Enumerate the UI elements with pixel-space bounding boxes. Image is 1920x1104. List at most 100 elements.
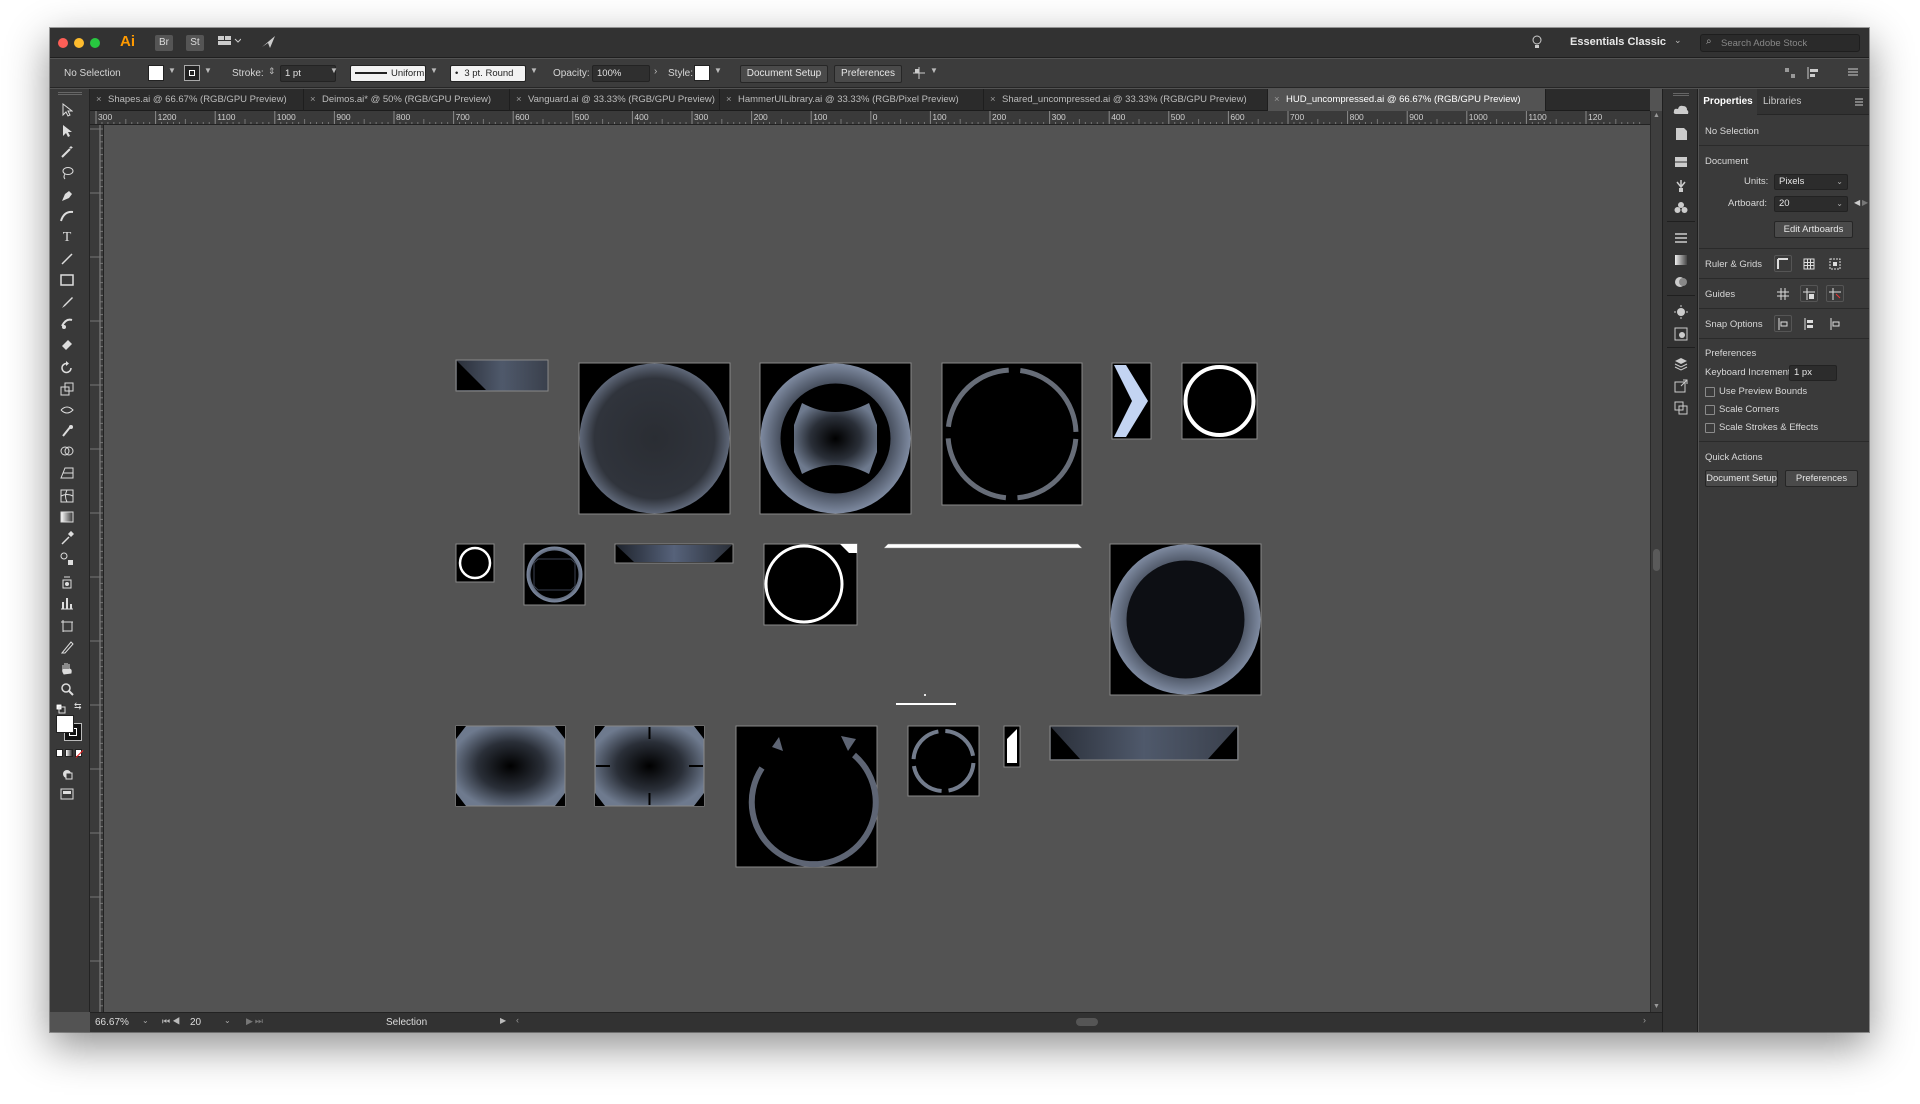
lock-guides-icon[interactable]	[1800, 285, 1818, 302]
mesh-tool-icon[interactable]	[56, 487, 78, 505]
quick-preferences-button[interactable]: Preferences	[1785, 470, 1858, 487]
line-segment-tool-icon[interactable]	[56, 250, 78, 268]
chevron-down-icon[interactable]: ⌄	[142, 1016, 149, 1025]
distribute-icon[interactable]	[1806, 66, 1820, 83]
scroll-down-icon[interactable]: ▼	[1653, 1003, 1660, 1010]
chevron-down-icon[interactable]: ⌄	[1674, 35, 1682, 46]
artwork-slanted-tab[interactable]	[1003, 725, 1021, 768]
gradient-tool-icon[interactable]	[56, 508, 78, 526]
scale-tool-icon[interactable]	[56, 380, 78, 398]
eraser-tool-icon[interactable]	[56, 335, 78, 353]
artwork-thin-line-bar[interactable]	[883, 543, 1083, 549]
appearance-icon[interactable]	[1673, 305, 1689, 319]
close-tab-icon[interactable]: ×	[726, 89, 732, 111]
artwork-trapezoid-bar[interactable]	[614, 543, 734, 564]
stroke-weight-input[interactable]: 1 pt	[280, 65, 336, 82]
chevron-down-icon[interactable]: ▼	[204, 66, 212, 75]
artwork-scope-small[interactable]	[523, 543, 586, 606]
grid-icon[interactable]	[1800, 255, 1818, 272]
artboard-next-buttons[interactable]: ▶⏭	[246, 1016, 265, 1027]
slice-tool-icon[interactable]	[56, 638, 78, 656]
previous-artboard-icon[interactable]: ◀	[1854, 198, 1860, 207]
swap-colors-icon[interactable]: ⇆	[74, 701, 82, 712]
layers-icon[interactable]	[1673, 357, 1689, 371]
zoom-window-button[interactable]	[90, 38, 100, 48]
variable-width-profile[interactable]: Uniform	[350, 65, 426, 82]
canvas[interactable]	[104, 125, 1650, 1012]
draw-mode-icon[interactable]	[56, 765, 78, 783]
arrange-documents-icon[interactable]	[216, 35, 242, 51]
magic-wand-tool-icon[interactable]	[56, 143, 78, 161]
chevron-down-icon[interactable]: ▼	[714, 66, 722, 75]
document-setup-button[interactable]: Document Setup	[740, 65, 828, 83]
fill-swatch[interactable]	[148, 65, 164, 81]
lasso-tool-icon[interactable]	[56, 164, 78, 182]
bridge-button[interactable]: Br	[155, 35, 173, 51]
close-tab-icon[interactable]: ×	[990, 89, 996, 111]
tab-hammeruilibrary[interactable]: × HammerUILibrary.ai @ 33.33% (RGB/Pixel …	[720, 89, 984, 111]
artboard-prev-buttons[interactable]: ⏮◀	[162, 1016, 182, 1027]
vertical-scroll-thumb[interactable]	[1653, 549, 1660, 571]
symbols-icon[interactable]	[1673, 201, 1689, 215]
close-tab-icon[interactable]: ×	[1274, 89, 1280, 111]
stroke-panel-icon[interactable]	[1673, 231, 1689, 245]
symbol-sprayer-tool-icon[interactable]	[56, 573, 78, 591]
close-tab-icon[interactable]: ×	[310, 89, 316, 111]
close-tab-icon[interactable]: ×	[96, 89, 102, 111]
snap-to-glyph-icon[interactable]	[1826, 315, 1844, 332]
arrange-panel-icon[interactable]	[1784, 67, 1796, 82]
artboard-number[interactable]: 20	[190, 1016, 224, 1030]
scroll-left-icon[interactable]: ‹	[516, 1015, 519, 1025]
cc-libraries-icon[interactable]	[1673, 103, 1689, 117]
brush-definition[interactable]: • 3 pt. Round	[450, 65, 526, 82]
artboards-icon[interactable]	[1673, 401, 1689, 415]
column-graph-tool-icon[interactable]	[56, 594, 78, 612]
chevron-down-icon[interactable]: ⌄	[224, 1016, 231, 1025]
align-icon[interactable]	[912, 66, 926, 83]
width-tool-icon[interactable]	[56, 401, 78, 419]
tab-deimos[interactable]: × Deimos.ai* @ 50% (RGB/GPU Preview)	[304, 89, 510, 111]
edit-artboards-button[interactable]: Edit Artboards	[1774, 221, 1853, 238]
stock-button[interactable]: St	[186, 35, 204, 51]
curvature-tool-icon[interactable]	[56, 207, 78, 225]
stroke-stepper[interactable]: ⇕	[268, 66, 276, 77]
use-preview-bounds-checkbox[interactable]	[1705, 387, 1715, 397]
transparency-grid-icon[interactable]	[1826, 255, 1844, 272]
close-tab-icon[interactable]: ×	[516, 89, 522, 111]
horizontal-scroll-thumb[interactable]	[1076, 1018, 1098, 1026]
workspace-switcher[interactable]: Essentials Classic	[1570, 36, 1666, 48]
artwork-bracket-shape[interactable]	[455, 725, 566, 807]
swatches-icon[interactable]	[1673, 155, 1689, 169]
preferences-button[interactable]: Preferences	[834, 65, 902, 83]
show-guides-icon[interactable]	[1774, 285, 1792, 302]
graphic-styles-icon[interactable]	[1673, 327, 1689, 341]
zoom-tool-icon[interactable]	[56, 680, 78, 698]
tab-libraries[interactable]: Libraries	[1763, 89, 1801, 115]
puppet-warp-tool-icon[interactable]	[56, 422, 78, 440]
keyboard-increment-input[interactable]: 1 px	[1789, 365, 1837, 381]
perspective-grid-tool-icon[interactable]	[56, 464, 78, 482]
transparency-icon[interactable]	[1673, 275, 1689, 289]
scroll-up-icon[interactable]: ▲	[1653, 112, 1660, 119]
lightbulb-icon[interactable]	[1530, 35, 1544, 51]
artwork-white-ring[interactable]	[1181, 362, 1258, 440]
artwork-segmented-small-ring[interactable]	[907, 725, 980, 797]
units-select[interactable]: Pixels ⌄	[1774, 174, 1848, 190]
asset-export-icon[interactable]	[1673, 379, 1689, 393]
rectangle-tool-icon[interactable]	[56, 271, 78, 289]
gradient-panel-icon[interactable]	[1673, 253, 1689, 267]
status-menu-icon[interactable]: ▶	[500, 1016, 506, 1025]
pen-tool-icon[interactable]	[56, 187, 78, 205]
tab-vanguard[interactable]: × Vanguard.ai @ 33.33% (RGB/GPU Preview)	[510, 89, 720, 111]
scale-corners-checkbox[interactable]	[1705, 405, 1715, 415]
screen-mode-icon[interactable]	[56, 785, 78, 803]
artwork-scope-ring[interactable]	[759, 362, 912, 515]
eyedropper-tool-icon[interactable]	[56, 529, 78, 547]
tab-properties[interactable]: Properties	[1699, 89, 1757, 115]
close-window-button[interactable]	[58, 38, 68, 48]
artwork-ring-with-tab[interactable]	[763, 543, 858, 626]
artwork-large-ring[interactable]	[1109, 543, 1262, 696]
artwork-chevron[interactable]	[1111, 362, 1152, 440]
rotate-tool-icon[interactable]	[56, 359, 78, 377]
chevron-down-icon[interactable]: ▼	[930, 66, 938, 75]
